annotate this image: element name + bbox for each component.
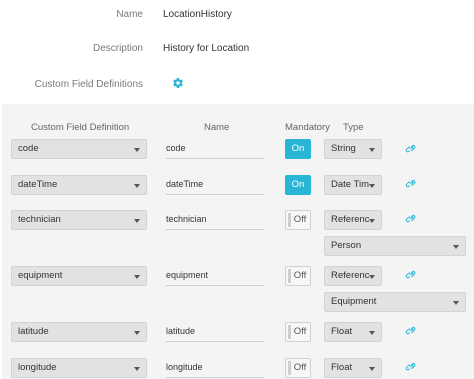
chevron-down-icon [453,245,459,249]
definition-select[interactable]: technician [11,210,147,230]
header-mandatory: Mandatory [285,122,330,133]
definition-select-value: technician [18,214,61,225]
definition-select[interactable]: code [11,139,147,159]
reference-select-value: Person [331,240,362,251]
description-label: Description [92,43,143,54]
chevron-down-icon [369,219,375,223]
chevron-down-icon [369,184,375,188]
chevron-down-icon [134,184,140,188]
definition-select-value: latitude [18,326,49,337]
type-select[interactable]: Referenc [324,210,382,230]
custom-field-definitions-label: Custom Field Definitions [34,79,143,90]
reference-select-value: Equipment [331,296,377,307]
name-field[interactable]: equipment [166,266,264,286]
name-label: Name [116,9,143,20]
chevron-down-icon [369,331,375,335]
link-icon[interactable] [405,268,417,280]
mandatory-toggle[interactable]: On [285,139,311,159]
chevron-down-icon [134,219,140,223]
name-field[interactable]: code [166,139,264,159]
reference-select[interactable]: Person [324,236,466,256]
reference-select[interactable]: Equipment [324,292,466,312]
name-field[interactable]: latitude [166,322,264,342]
chevron-down-icon [453,301,459,305]
link-icon[interactable] [405,177,417,189]
gear-icon[interactable] [172,77,184,89]
definition-select[interactable]: longitude [11,358,147,378]
chevron-down-icon [134,367,140,371]
definition-select[interactable]: latitude [11,322,147,342]
mandatory-toggle[interactable]: Off [285,210,311,230]
definition-select-value: code [18,143,39,154]
header-definition: Custom Field Definition [31,122,130,133]
chevron-down-icon [369,275,375,279]
mandatory-toggle-label: Off [293,326,307,337]
definition-select-value: longitude [18,362,57,373]
type-select[interactable]: Date Tim [324,175,382,195]
header-name: Name [204,122,230,133]
header-type: Type [343,122,364,133]
definition-select[interactable]: dateTime [11,175,147,195]
type-select[interactable]: Referenc [324,266,382,286]
mandatory-toggle[interactable]: Off [285,322,311,342]
link-icon[interactable] [405,324,417,336]
mandatory-toggle-label: Off [293,270,307,281]
chevron-down-icon [369,148,375,152]
type-select[interactable]: Float [324,322,382,342]
name-field[interactable]: dateTime [166,175,264,195]
link-icon[interactable] [405,212,417,224]
mandatory-toggle-label: Off [293,214,307,225]
mandatory-toggle-label: Off [293,362,307,373]
mandatory-toggle[interactable]: On [285,175,311,195]
chevron-down-icon [369,367,375,371]
type-select[interactable]: Float [324,358,382,378]
name-field[interactable]: technician [166,210,264,230]
name-value: LocationHistory [163,9,232,20]
type-select[interactable]: String [324,139,382,159]
link-icon[interactable] [405,360,417,372]
chevron-down-icon [134,148,140,152]
description-value: History for Location [163,43,250,54]
chevron-down-icon [134,331,140,335]
definition-select[interactable]: equipment [11,266,147,286]
chevron-down-icon [134,275,140,279]
name-field[interactable]: longitude [166,358,264,378]
definition-select-value: dateTime [18,179,58,190]
mandatory-toggle[interactable]: Off [285,358,311,378]
link-icon[interactable] [405,142,417,154]
definition-select-value: equipment [18,270,63,281]
mandatory-toggle[interactable]: Off [285,266,311,286]
